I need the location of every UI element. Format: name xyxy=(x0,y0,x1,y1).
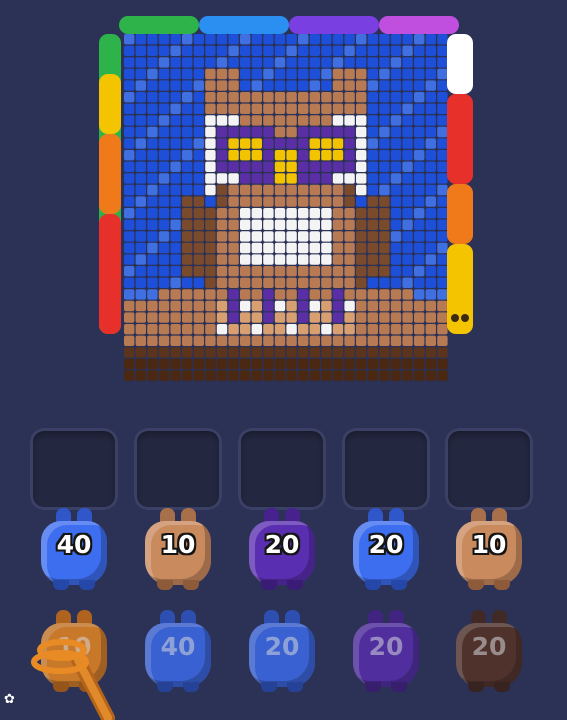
front-jar-4[interactable]: 20 xyxy=(351,508,421,590)
jar-count: 10 xyxy=(160,530,196,559)
settings-gear-icon[interactable]: ✿ xyxy=(4,693,18,707)
snake-segment xyxy=(447,94,473,184)
jar-count: 40 xyxy=(160,632,196,661)
snake-segment xyxy=(99,134,121,214)
jar-count: 20 xyxy=(368,530,404,559)
game-screen: 40 10 20 20 10 10 40 20 20 20 ✿ xyxy=(0,0,567,720)
empty-slot-5[interactable] xyxy=(445,428,533,510)
snake-segment xyxy=(447,184,473,244)
empty-slot-4[interactable] xyxy=(342,428,430,510)
snake-segment xyxy=(119,16,199,34)
jar-count: 20 xyxy=(264,530,300,559)
front-jar-1[interactable]: 40 xyxy=(39,508,109,590)
snake-segment xyxy=(289,16,379,34)
owl-pixel-art xyxy=(99,16,473,381)
snake-segment xyxy=(447,34,473,94)
snake-segment xyxy=(379,16,459,34)
pixel-art-board xyxy=(97,14,478,414)
jar-count: 10 xyxy=(471,530,507,559)
back-jar-2[interactable]: 40 xyxy=(143,610,213,692)
empty-slot-2[interactable] xyxy=(134,428,222,510)
empty-slot-1[interactable] xyxy=(30,428,118,510)
snake-segment xyxy=(99,74,121,134)
front-jar-2[interactable]: 10 xyxy=(143,508,213,590)
snake-segment xyxy=(199,16,289,34)
jar-count: 20 xyxy=(264,632,300,661)
snake-segment xyxy=(447,244,473,334)
snake-segment xyxy=(99,214,121,334)
back-jar-3[interactable]: 20 xyxy=(247,610,317,692)
jar-count: 20 xyxy=(368,632,404,661)
rope-icon xyxy=(31,639,115,720)
jar-count: 20 xyxy=(471,632,507,661)
back-jar-5[interactable]: 20 xyxy=(454,610,524,692)
jar-count: 40 xyxy=(56,530,92,559)
empty-slot-3[interactable] xyxy=(238,428,326,510)
back-jar-4[interactable]: 20 xyxy=(351,610,421,692)
front-jar-3[interactable]: 20 xyxy=(247,508,317,590)
front-jar-5[interactable]: 10 xyxy=(454,508,524,590)
